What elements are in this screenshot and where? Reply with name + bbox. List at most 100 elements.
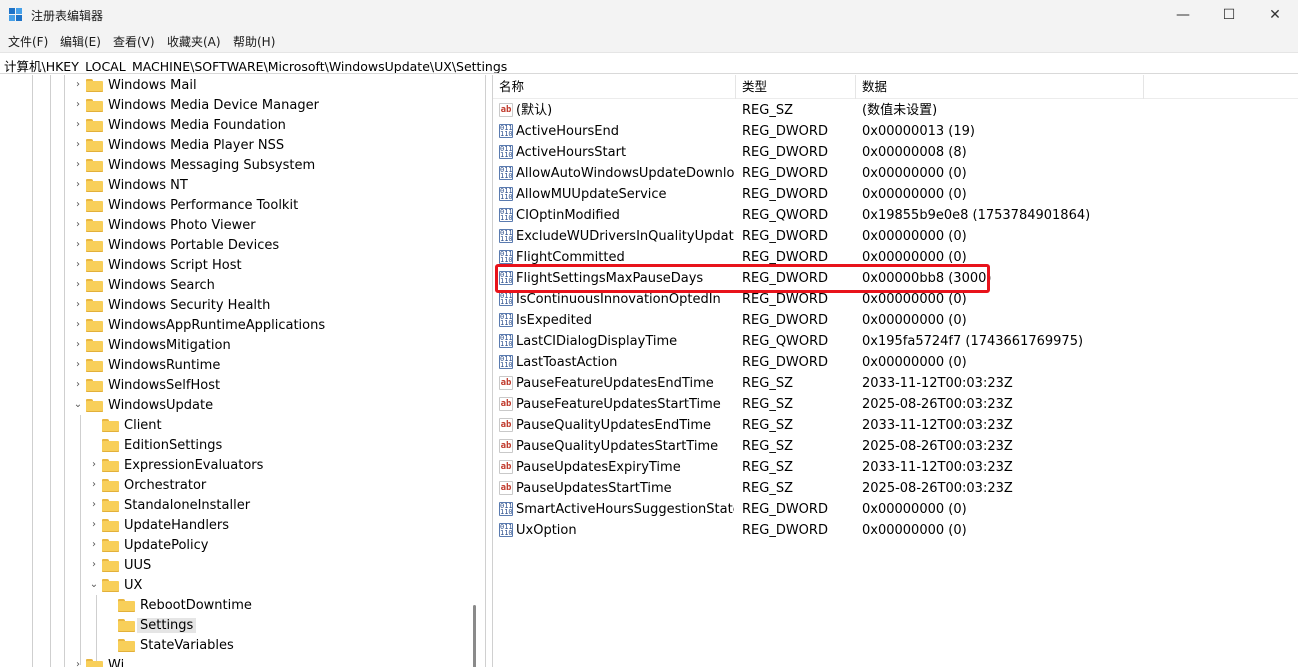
chevron-right-icon[interactable]: › [73,175,83,195]
tree-item[interactable]: › Windows Search [73,275,215,295]
chevron-right-icon[interactable]: › [73,255,83,275]
chevron-right-icon[interactable]: › [89,475,99,495]
regedit-app-icon [9,8,23,22]
menu-edit[interactable]: 编辑(E) [60,33,101,50]
chevron-right-icon[interactable]: › [73,135,83,155]
tree-item[interactable]: EditionSettings [89,435,222,455]
menu-view[interactable]: 查看(V) [113,33,155,50]
value-row[interactable]: 011 110 AllowMUUpdateService REG_DWORD 0x00… [493,184,1298,205]
tree-item[interactable]: › Windows Script Host [73,255,242,275]
value-row[interactable]: 011 110 ExcludeWUDriversInQualityUpdate RE… [493,226,1298,247]
tree-item[interactable]: ⌄ UX [89,575,143,595]
maximize-button[interactable]: ☐ [1206,0,1252,30]
value-row[interactable]: 011 110 ActiveHoursEnd REG_DWORD 0x00000013… [493,121,1298,142]
chevron-right-icon[interactable]: › [73,195,83,215]
registry-key-tree[interactable]: › Windows Mail › Windows Media Device Manag… [0,75,486,667]
chevron-right-icon[interactable]: › [89,455,99,475]
value-row[interactable]: 011 110 CIOptinModified REG_QWORD 0x19855b9… [493,205,1298,226]
chevron-right-icon[interactable]: › [73,355,83,375]
chevron-right-icon[interactable]: › [73,235,83,255]
tree-item[interactable]: › WindowsSelfHost [73,375,220,395]
value-row[interactable]: 011 110 LastToastAction REG_DWORD 0x0000000… [493,352,1298,373]
tree-item[interactable]: › UUS [89,555,151,575]
chevron-right-icon[interactable]: › [73,335,83,355]
folder-icon [86,238,103,252]
tree-item[interactable]: › UpdateHandlers [89,515,229,535]
chevron-right-icon[interactable]: › [73,115,83,135]
tree-item[interactable]: › StandaloneInstaller [89,495,250,515]
value-row[interactable]: 011 110 ActiveHoursStart REG_DWORD 0x000000… [493,142,1298,163]
tree-item[interactable]: › Windows Mail [73,75,197,95]
chevron-right-icon[interactable]: › [73,95,83,115]
value-type: REG_DWORD [742,124,828,139]
tree-item[interactable]: › Windows Security Health [73,295,270,315]
value-row[interactable]: ab PauseFeatureUpdatesEndTime REG_SZ 2033-1… [493,373,1298,394]
chevron-down-icon[interactable]: ⌄ [89,575,99,595]
tree-scrollbar-thumb[interactable] [473,605,476,667]
tree-item[interactable]: › Windows Media Device Manager [73,95,319,115]
tree-item[interactable]: › Wi [73,655,124,667]
value-row[interactable]: ab PauseQualityUpdatesEndTime REG_SZ 2033-1… [493,415,1298,436]
column-header-type[interactable]: 类型 [736,75,856,99]
tree-item[interactable]: › Windows NT [73,175,188,195]
value-row[interactable]: ab (默认) REG_SZ (数值未设置) [493,100,1298,121]
address-bar[interactable]: 计算机\HKEY_LOCAL_MACHINE\SOFTWARE\Microsof… [0,52,1298,74]
chevron-right-icon[interactable]: › [73,275,83,295]
tree-item[interactable]: › ExpressionEvaluators [89,455,263,475]
value-row[interactable]: 011 110 IsExpedited REG_DWORD 0x00000000 (0… [493,310,1298,331]
tree-item[interactable]: Client [89,415,162,435]
string-value-icon: ab [499,460,513,474]
folder-icon [86,338,103,352]
value-row[interactable]: 011 110 AllowAutoWindowsUpdateDownloa... R… [493,163,1298,184]
tree-item[interactable]: ⌄ WindowsUpdate [73,395,213,415]
value-row[interactable]: 011 110 UxOption REG_DWORD 0x00000000 (0) [493,520,1298,541]
value-data: 0x00000000 (0) [862,187,967,202]
tree-item[interactable]: › Windows Messaging Subsystem [73,155,315,175]
value-data: 2033-11-12T00:03:23Z [862,460,1013,475]
chevron-right-icon[interactable]: › [73,375,83,395]
column-header-data[interactable]: 数据 [856,75,1144,99]
tree-item[interactable]: › WindowsAppRuntimeApplications [73,315,325,335]
close-button[interactable]: ✕ [1252,0,1298,30]
value-row[interactable]: ab PauseUpdatesExpiryTime REG_SZ 2033-11-12… [493,457,1298,478]
menu-favorites[interactable]: 收藏夹(A) [167,33,221,50]
column-header-name[interactable]: 名称 [493,75,736,99]
tree-item[interactable]: › Windows Media Foundation [73,115,286,135]
value-row[interactable]: 011 110 SmartActiveHoursSuggestionState RE… [493,499,1298,520]
chevron-right-icon[interactable]: › [73,75,83,95]
chevron-right-icon[interactable]: › [73,215,83,235]
chevron-down-icon[interactable]: ⌄ [73,395,83,415]
chevron-right-icon[interactable]: › [89,515,99,535]
binary-value-icon: 011 110 [499,313,513,327]
tree-item[interactable]: › Windows Media Player NSS [73,135,284,155]
tree-item[interactable]: Settings [105,615,197,635]
menu-help[interactable]: 帮助(H) [233,33,275,50]
chevron-right-icon[interactable]: › [89,555,99,575]
chevron-right-icon[interactable]: › [73,655,83,667]
tree-item[interactable]: › WindowsRuntime [73,355,220,375]
value-row[interactable]: ab PauseUpdatesStartTime REG_SZ 2025-08-26T… [493,478,1298,499]
value-type: REG_SZ [742,397,793,412]
tree-item[interactable]: › WindowsMitigation [73,335,231,355]
chevron-right-icon[interactable]: › [73,295,83,315]
tree-item[interactable]: › Windows Photo Viewer [73,215,256,235]
value-row[interactable]: ab PauseQualityUpdatesStartTime REG_SZ 2025… [493,436,1298,457]
tree-item[interactable]: StateVariables [105,635,234,655]
tree-item[interactable]: › UpdatePolicy [89,535,208,555]
menu-file[interactable]: 文件(F) [8,33,48,50]
tree-item[interactable]: › Orchestrator [89,475,206,495]
tree-item[interactable]: › Windows Performance Toolkit [73,195,298,215]
value-row[interactable]: 011 110 LastCIDialogDisplayTime REG_QWORD 0… [493,331,1298,352]
registry-values-list[interactable]: 名称 类型 数据 ab (默认) REG_SZ (数值未设置) 011 110 Activ… [492,75,1298,667]
chevron-right-icon[interactable]: › [89,535,99,555]
tree-item[interactable]: › Windows Portable Devices [73,235,279,255]
folder-icon [86,398,103,412]
tree-item[interactable]: RebootDowntime [105,595,252,615]
chevron-right-icon[interactable]: › [73,155,83,175]
chevron-right-icon[interactable]: › [89,495,99,515]
chevron-right-icon[interactable]: › [73,315,83,335]
minimize-button[interactable]: — [1160,0,1206,30]
title-bar[interactable]: 注册表编辑器 — ☐ ✕ [0,0,1298,30]
value-row[interactable]: ab PauseFeatureUpdatesStartTime REG_SZ 2025… [493,394,1298,415]
